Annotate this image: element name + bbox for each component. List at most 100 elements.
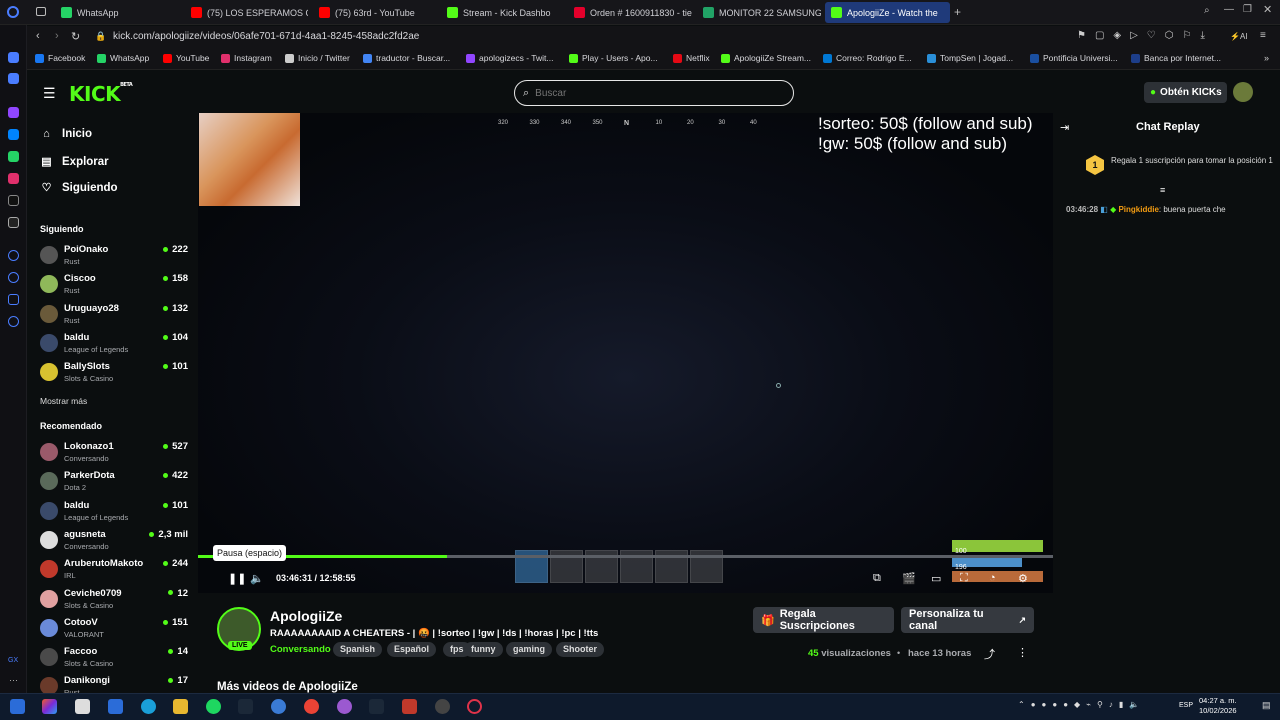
start-button-icon[interactable] [10, 699, 25, 714]
hamburger-menu-icon[interactable]: ☰ [43, 85, 56, 102]
sidebar-gx-icon[interactable]: GX [8, 657, 18, 664]
nav-item-siguiendo[interactable]: ♡ Siguiendo [40, 181, 118, 195]
kick-logo[interactable]: KICKBETA [69, 82, 133, 106]
maximize-button[interactable]: ❐ [1243, 4, 1252, 15]
opera-logo-icon[interactable] [7, 6, 19, 18]
gift-leaderboard[interactable]: 1 Regala 1 suscripción para tomar la pos… [1083, 153, 1278, 180]
collapse-chat-icon[interactable]: ⇥ [1060, 121, 1069, 134]
channel-list-item[interactable]: AruberutoMakoto IRL 244 [40, 558, 188, 586]
bookmarks-overflow-icon[interactable]: » [1264, 53, 1269, 63]
sidebar-aria-icon[interactable] [8, 52, 19, 63]
taskbar-app-icon[interactable] [42, 699, 57, 714]
taskbar-app2-icon[interactable] [271, 699, 286, 714]
taskbar-store-icon[interactable] [75, 699, 90, 714]
volume-icon[interactable]: 🔈 [250, 572, 264, 585]
get-kicks-button[interactable]: ● Obtén KICKs [1144, 82, 1227, 103]
tab-islands-icon[interactable] [36, 7, 46, 16]
bookmark-item[interactable]: Correo: Rodrigo E... [823, 53, 912, 63]
channel-list-item[interactable]: Lokonazo1 Conversando 527 [40, 441, 188, 469]
theater-mode-icon[interactable]: ▭ [931, 572, 941, 585]
stream-tag[interactable]: Shooter [556, 642, 605, 657]
more-options-icon[interactable]: ⋮ [1017, 646, 1028, 659]
search-box[interactable]: ⌕ [514, 80, 794, 106]
sidebar-x-icon[interactable] [8, 217, 19, 228]
user-avatar[interactable] [1233, 82, 1253, 102]
taskbar-discord-icon[interactable] [337, 699, 352, 714]
channel-list-item[interactable]: Faccoo Slots & Casino 14 [40, 646, 188, 674]
stream-tag[interactable]: Español [387, 642, 437, 657]
new-tab-button[interactable]: + [954, 5, 961, 19]
back-button[interactable]: ‹ [36, 30, 40, 42]
url-field[interactable]: kick.com/apologiize/videos/06afe701-671d… [113, 31, 419, 42]
pause-button[interactable]: ❚❚ [228, 572, 246, 585]
stream-category[interactable]: Conversando [270, 644, 331, 655]
taskbar-app4-icon[interactable] [435, 699, 450, 714]
ai-button[interactable]: ⚡AI [1230, 32, 1248, 41]
nav-item-inicio[interactable]: ⌂ Inicio [40, 128, 92, 140]
chat-username[interactable]: Pingkiddie [1118, 205, 1158, 214]
show-more-link[interactable]: Mostrar más [40, 396, 87, 406]
bookmark-item[interactable]: Play - Users - Apo... [569, 53, 658, 63]
nav-item-explorar[interactable]: ▤ Explorar [40, 155, 108, 169]
gift-subs-button[interactable]: 🎁 Regala Suscripciones [753, 607, 894, 633]
system-tray-icons[interactable]: ⌃●●●●◆⌁⚲♪▮🔈 [1018, 700, 1145, 709]
channel-list-item[interactable]: CotooV VALORANT 151 [40, 617, 188, 645]
browser-tab[interactable]: ApologiiZe - Watch the [825, 2, 950, 23]
browser-tab[interactable]: Orden # 1600911830 - tie [568, 2, 692, 23]
search-tabs-icon[interactable]: ⌕ [1204, 5, 1210, 16]
bookmark-item[interactable]: Instagram [221, 53, 272, 63]
notifications-icon[interactable]: ▤ [1262, 700, 1271, 711]
speed-icon[interactable]: ◔ [989, 572, 996, 584]
language-indicator[interactable]: ESP [1179, 702, 1193, 709]
stream-tag[interactable]: funny [464, 642, 503, 657]
browser-tab[interactable]: (75) LOS ESPERAMOS QU [185, 2, 308, 23]
sidebar-tiktok-icon[interactable] [8, 195, 19, 206]
channel-list-item[interactable]: ParkerDota Dota 2 422 [40, 470, 188, 498]
fullscreen-icon[interactable]: ⛶ [960, 572, 968, 585]
bookmark-item[interactable]: ApologiiZe Stream... [721, 53, 811, 63]
taskbar-steam-icon[interactable] [238, 699, 253, 714]
customize-channel-button[interactable]: Personaliza tu canal ↗ [901, 607, 1034, 633]
search-input[interactable] [535, 87, 766, 99]
stream-tag[interactable]: Spanish [333, 642, 383, 657]
minimize-button[interactable]: — [1224, 4, 1234, 15]
address-toolbar-icons[interactable]: ⚑▢◈▷♡⬡⚐⤓ [1077, 30, 1214, 41]
bookmark-item[interactable]: YouTube [163, 53, 209, 63]
sidebar-workspace-icon[interactable] [8, 73, 19, 84]
sidebar-more-icon[interactable]: ⋯ [9, 675, 18, 686]
bookmark-item[interactable]: WhatsApp [97, 53, 149, 63]
bookmark-item[interactable]: Inicio / Twitter [285, 53, 350, 63]
taskbar-opera-icon[interactable] [467, 699, 482, 714]
channel-list-item[interactable]: baldu League of Legends 104 [40, 332, 188, 360]
bookmark-item[interactable]: apologizecs - Twit... [466, 53, 554, 63]
taskbar-mail-icon[interactable] [108, 699, 123, 714]
settings-gear-icon[interactable]: ⚙ [1018, 572, 1028, 585]
channel-list-item[interactable]: agusneta Conversando 2,3 mil [40, 529, 188, 557]
channel-list-item[interactable]: PoiOnako Rust 222 [40, 244, 188, 272]
browser-tab[interactable]: MONITOR 22 SAMSUNG [697, 2, 821, 23]
chat-filter-icon[interactable]: ≡ [1160, 185, 1165, 195]
bookmark-item[interactable]: Banca por Internet... [1131, 53, 1221, 63]
sidebar-instagram-icon[interactable] [8, 173, 19, 184]
bookmark-item[interactable]: TompSen | Jogad... [927, 53, 1013, 63]
taskbar-chrome-icon[interactable] [304, 699, 319, 714]
sidebar-history-icon[interactable] [8, 272, 19, 283]
channel-list-item[interactable]: Ciscoo Rust 158 [40, 273, 188, 301]
sidebar-whatsapp-icon[interactable] [8, 151, 19, 162]
sidebar-extensions-icon[interactable] [8, 294, 19, 305]
browser-tab[interactable]: Stream - Kick Dashbo [441, 2, 564, 23]
browser-tab[interactable]: WhatsApp [55, 2, 180, 23]
bookmark-item[interactable]: Netflix [673, 53, 710, 63]
taskbar-steam2-icon[interactable] [369, 699, 384, 714]
bookmark-item[interactable]: Pontificia Universi... [1030, 53, 1118, 63]
browser-menu-icon[interactable]: ≡ [1260, 30, 1266, 41]
channel-list-item[interactable]: Uruguayo28 Rust 132 [40, 303, 188, 331]
sidebar-settings-icon[interactable] [8, 316, 19, 327]
channel-list-item[interactable]: Ceviche0709 Slots & Casino 12 [40, 588, 188, 616]
sidebar-messenger-icon[interactable] [8, 129, 19, 140]
channel-name[interactable]: ApologiiZe [270, 608, 342, 624]
bookmark-item[interactable]: traductor - Buscar... [363, 53, 450, 63]
stream-tag[interactable]: gaming [506, 642, 553, 657]
clip-icon[interactable]: 🎬 [902, 572, 916, 585]
forward-button[interactable]: › [55, 30, 59, 42]
